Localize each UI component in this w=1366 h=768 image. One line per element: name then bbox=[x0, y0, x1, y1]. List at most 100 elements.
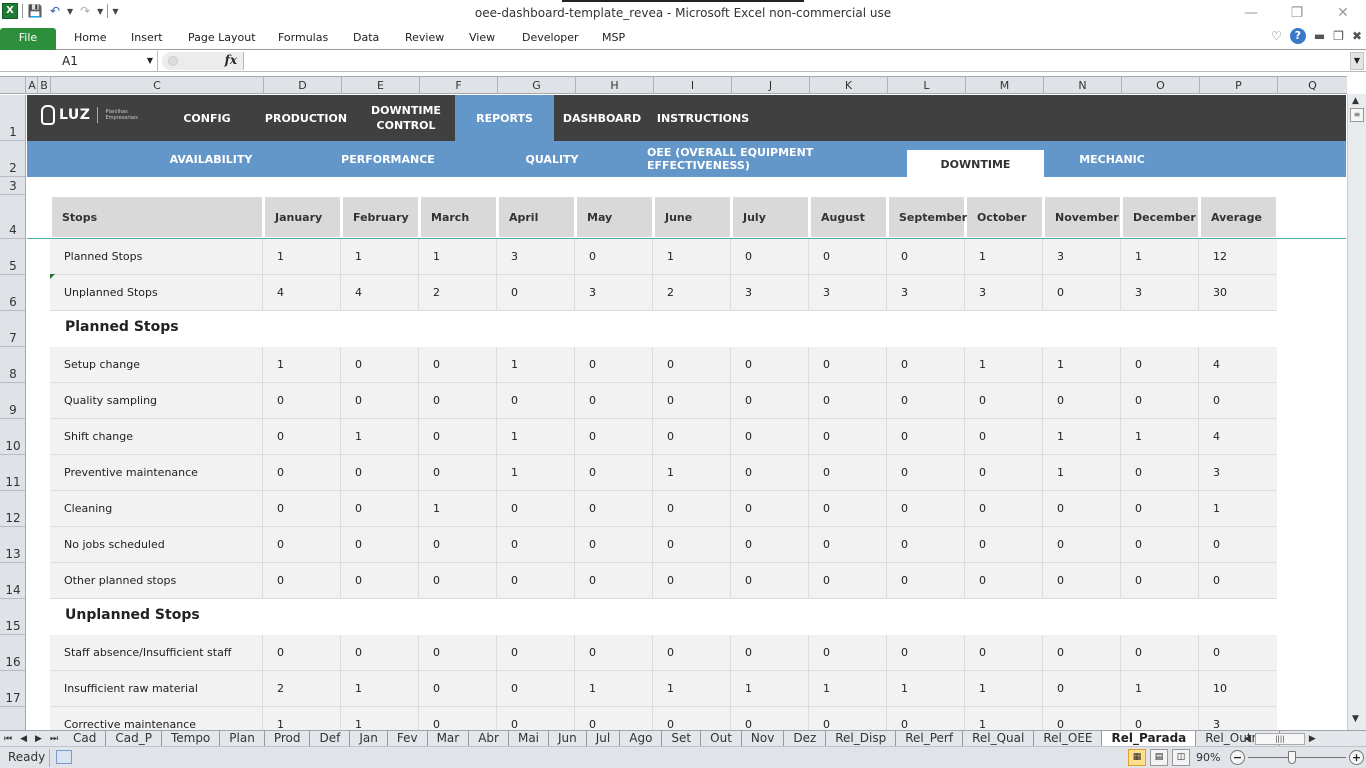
subnav-quality[interactable]: QUALITY bbox=[517, 141, 587, 177]
month-value-cell[interactable]: 1 bbox=[341, 671, 419, 707]
month-value-cell[interactable]: 1 bbox=[1043, 419, 1121, 455]
tab-data[interactable]: Data bbox=[349, 28, 383, 50]
month-value-cell[interactable]: 0 bbox=[1121, 383, 1199, 419]
expand-formula-bar-icon[interactable]: ▼ bbox=[1350, 52, 1364, 70]
sheet-tab[interactable]: Mai bbox=[509, 731, 550, 746]
month-value-cell[interactable]: 0 bbox=[731, 455, 809, 491]
tab-view[interactable]: View bbox=[465, 28, 499, 50]
row-header[interactable]: 8 bbox=[0, 347, 25, 383]
sheet-tab[interactable]: Plan bbox=[220, 731, 265, 746]
column-header[interactable]: O bbox=[1122, 77, 1200, 94]
month-value-cell[interactable]: 0 bbox=[653, 347, 731, 383]
average-cell[interactable]: 1 bbox=[1199, 491, 1277, 527]
month-value-cell[interactable]: 0 bbox=[1043, 707, 1121, 730]
sheet-tab[interactable]: Mar bbox=[428, 731, 470, 746]
subnav-downtime[interactable]: DOWNTIME bbox=[907, 150, 1044, 177]
sheet-tab[interactable]: Cad_P bbox=[106, 731, 162, 746]
sheet-tab[interactable]: Ago bbox=[620, 731, 663, 746]
month-value-cell[interactable]: 0 bbox=[497, 491, 575, 527]
month-value-cell[interactable]: 0 bbox=[887, 347, 965, 383]
month-value-cell[interactable]: 0 bbox=[575, 419, 653, 455]
nav-production[interactable]: PRODUCTION bbox=[265, 95, 347, 141]
month-value-cell[interactable]: 1 bbox=[1121, 671, 1199, 707]
month-value-cell[interactable]: 1 bbox=[965, 671, 1043, 707]
month-value-cell[interactable]: 3 bbox=[497, 239, 575, 275]
month-value-cell[interactable]: 1 bbox=[731, 671, 809, 707]
scroll-left-icon[interactable]: ◀ bbox=[1244, 734, 1251, 744]
month-value-cell[interactable]: 0 bbox=[731, 239, 809, 275]
month-value-cell[interactable]: 4 bbox=[341, 275, 419, 311]
tab-developer[interactable]: Developer bbox=[518, 28, 583, 50]
average-cell[interactable]: 0 bbox=[1199, 563, 1277, 599]
month-value-cell[interactable]: 0 bbox=[653, 635, 731, 671]
month-value-cell[interactable]: 2 bbox=[419, 275, 497, 311]
nav-reports[interactable]: REPORTS bbox=[455, 95, 554, 141]
month-value-cell[interactable]: 1 bbox=[263, 239, 341, 275]
month-value-cell[interactable]: 0 bbox=[1121, 563, 1199, 599]
sheet-tab[interactable]: Fev bbox=[388, 731, 428, 746]
row-header[interactable]: 13 bbox=[0, 527, 25, 563]
month-value-cell[interactable]: 0 bbox=[575, 239, 653, 275]
month-value-cell[interactable]: 0 bbox=[809, 347, 887, 383]
month-value-cell[interactable]: 0 bbox=[653, 563, 731, 599]
tab-page-layout[interactable]: Page Layout bbox=[184, 28, 260, 50]
column-header[interactable]: G bbox=[498, 77, 576, 94]
month-value-cell[interactable]: 0 bbox=[809, 707, 887, 730]
row-header[interactable]: 2 bbox=[0, 141, 25, 177]
month-value-cell[interactable]: 1 bbox=[1043, 455, 1121, 491]
month-value-cell[interactable]: 0 bbox=[419, 455, 497, 491]
month-value-cell[interactable]: 0 bbox=[497, 383, 575, 419]
month-value-cell[interactable]: 0 bbox=[263, 455, 341, 491]
sheet-tab[interactable]: Jul bbox=[587, 731, 621, 746]
page-break-preview-icon[interactable]: ◫ bbox=[1172, 749, 1190, 766]
row-header[interactable]: 17 bbox=[0, 671, 25, 707]
month-value-cell[interactable]: 1 bbox=[965, 347, 1043, 383]
sheet-tab[interactable]: Abr bbox=[469, 731, 509, 746]
minimize-ribbon-icon[interactable]: ♡ bbox=[1271, 29, 1282, 43]
month-value-cell[interactable]: 0 bbox=[1043, 563, 1121, 599]
month-value-cell[interactable]: 0 bbox=[653, 527, 731, 563]
month-value-cell[interactable]: 1 bbox=[341, 707, 419, 730]
worksheet-grid[interactable]: LUZ Planilhas Empresariais CONFIG PRODUC… bbox=[27, 95, 1346, 730]
column-header[interactable]: P bbox=[1200, 77, 1278, 94]
month-value-cell[interactable]: 0 bbox=[497, 527, 575, 563]
month-value-cell[interactable]: 1 bbox=[497, 347, 575, 383]
row-header[interactable]: 15 bbox=[0, 599, 25, 635]
month-value-cell[interactable]: 1 bbox=[263, 707, 341, 730]
first-sheet-icon[interactable]: ⏮ bbox=[4, 731, 12, 747]
month-value-cell[interactable]: 0 bbox=[809, 527, 887, 563]
error-indicator-icon[interactable] bbox=[50, 274, 55, 279]
cancel-entry-icon[interactable] bbox=[168, 56, 178, 66]
month-value-cell[interactable]: 0 bbox=[731, 419, 809, 455]
row-label[interactable]: Insufficient raw material bbox=[50, 671, 263, 707]
scroll-down-icon[interactable]: ▼ bbox=[1352, 714, 1359, 724]
vertical-scroll-thumb[interactable]: ≡ bbox=[1350, 108, 1364, 122]
month-value-cell[interactable]: 0 bbox=[341, 455, 419, 491]
month-value-cell[interactable]: 1 bbox=[965, 239, 1043, 275]
column-header[interactable]: B bbox=[38, 77, 51, 94]
row-label[interactable]: No jobs scheduled bbox=[50, 527, 263, 563]
column-header[interactable]: A bbox=[27, 77, 38, 94]
subnav-performance[interactable]: PERFORMANCE bbox=[332, 141, 444, 177]
tab-msp[interactable]: MSP bbox=[598, 28, 629, 50]
month-value-cell[interactable]: 0 bbox=[263, 419, 341, 455]
month-value-cell[interactable]: 4 bbox=[263, 275, 341, 311]
month-value-cell[interactable]: 3 bbox=[887, 275, 965, 311]
month-value-cell[interactable]: 0 bbox=[965, 455, 1043, 491]
row-label[interactable]: Unplanned Stops bbox=[50, 275, 263, 311]
month-value-cell[interactable]: 0 bbox=[887, 563, 965, 599]
month-value-cell[interactable]: 0 bbox=[965, 419, 1043, 455]
month-value-cell[interactable]: 3 bbox=[1043, 239, 1121, 275]
column-header[interactable]: J bbox=[732, 77, 810, 94]
subnav-availability[interactable]: AVAILABILITY bbox=[157, 141, 265, 177]
nav-config[interactable]: CONFIG bbox=[177, 95, 237, 141]
row-header[interactable]: 5 bbox=[0, 239, 25, 275]
prev-sheet-icon[interactable]: ◀ bbox=[20, 731, 27, 747]
month-value-cell[interactable]: 0 bbox=[1043, 671, 1121, 707]
month-value-cell[interactable]: 0 bbox=[653, 707, 731, 730]
select-all-button[interactable] bbox=[0, 77, 26, 94]
row-header[interactable]: 4 bbox=[0, 195, 25, 239]
month-value-cell[interactable]: 0 bbox=[809, 491, 887, 527]
column-header[interactable]: H bbox=[576, 77, 654, 94]
month-value-cell[interactable]: 0 bbox=[497, 275, 575, 311]
